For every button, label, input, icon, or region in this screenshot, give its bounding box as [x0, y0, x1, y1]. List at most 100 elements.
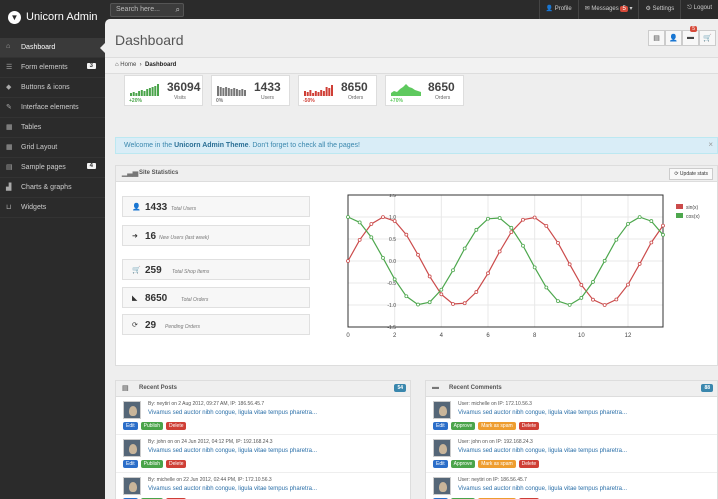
stat-box[interactable]: +70% 8650 Orders	[385, 75, 464, 106]
x-tick-label: 4	[440, 333, 444, 339]
legend-swatch	[676, 213, 683, 218]
stat-value: 36094	[167, 80, 201, 94]
item-meta: By: john on on 24 Jun 2012, 04:12 PM, IP…	[148, 439, 273, 445]
publish-button[interactable]: Publish	[140, 422, 164, 430]
tint-icon: ◆	[6, 84, 12, 91]
breadcrumb-home[interactable]: Home	[120, 62, 136, 68]
site-stat-label: Total Users	[171, 206, 197, 212]
stat-box[interactable]: -50% 8650 Orders	[298, 75, 377, 106]
data-point	[614, 297, 619, 302]
edit-button[interactable]: Edit	[123, 460, 138, 468]
welcome-alert: Welcome in the Unicorn Admin Theme. Don'…	[115, 137, 718, 154]
data-point	[427, 274, 432, 279]
avatar	[433, 439, 451, 457]
mark-as-spam-button[interactable]: Mark as spam	[478, 460, 516, 468]
stat-box[interactable]: +20% 36094 Visits	[124, 75, 203, 106]
item-meta: User: michelle on IP: 172.10.56.3	[458, 401, 532, 407]
search-input[interactable]: Search here... ⌕	[110, 3, 184, 17]
item-meta: User: neytiri on IP: 186.56.45.7	[458, 477, 527, 483]
sidebar-item-charts-graphs[interactable]: ▟ Charts & graphs	[0, 178, 105, 198]
messages-count-badge: 5	[620, 6, 628, 12]
stat-percent: -50%	[303, 98, 315, 104]
search-icon[interactable]: ⌕	[176, 5, 180, 15]
user-nav: 👤 Profile ✉ Messages 5 ▾ ⚙ Settings ⎋ Lo…	[538, 0, 718, 19]
data-point	[591, 280, 595, 284]
sidebar-item-label: Dashboard	[21, 44, 56, 51]
update-stats-button[interactable]: ⟳ Update stats	[669, 168, 713, 180]
sparkline-icon	[217, 86, 246, 96]
item-text-link[interactable]: Vivamus sed auctor nibh congue, ligula v…	[458, 448, 627, 454]
item-text-link[interactable]: Vivamus sed auctor nibh congue, ligula v…	[148, 410, 317, 416]
item-text-link[interactable]: Vivamus sed auctor nibh congue, ligula v…	[148, 448, 317, 454]
sidebar-item-dashboard[interactable]: ⌂ Dashboard	[0, 38, 105, 58]
profile-link[interactable]: 👤 Profile	[538, 0, 578, 19]
pencil-icon: ✎	[6, 104, 12, 111]
user-icon[interactable]: 👤	[665, 30, 682, 46]
stat-value: 8650	[341, 80, 368, 94]
list-item: User: neytiri on IP: 186.56.45.7 Vivamus …	[426, 473, 717, 499]
data-point	[521, 243, 525, 248]
x-tick-label: 2	[393, 333, 397, 339]
y-tick-label: -1.5	[387, 325, 396, 331]
breadcrumb-current: Dashboard	[144, 62, 177, 68]
file-icon[interactable]: ▤	[648, 30, 665, 46]
data-point	[626, 221, 630, 226]
sidebar-item-form-elements[interactable]: ☰ Form elements 3	[0, 58, 105, 78]
brand-logo[interactable]: ▼ Unicorn Admin	[0, 0, 105, 38]
x-tick-label: 6	[486, 333, 490, 339]
approve-button[interactable]: Approve	[450, 422, 476, 430]
recent-comments-widget: ▬ Recent Comments 88 User: michelle on IP:…	[425, 380, 718, 499]
data-point	[532, 215, 537, 220]
sidebar-item-label: Widgets	[21, 204, 47, 211]
site-stat-value: 29	[145, 320, 157, 331]
sidebar-item-grid-layout[interactable]: ▦ Grid Layout	[0, 138, 105, 158]
file-icon: ▤	[122, 385, 129, 392]
avatar	[433, 401, 451, 419]
sidebar-item-interface-elements[interactable]: ✎ Interface elements	[0, 98, 105, 118]
sidebar-item-widgets[interactable]: ⊔ Widgets	[0, 198, 105, 218]
comments-count-badge: 88	[701, 384, 713, 392]
list-item: User: michelle on IP: 172.10.56.3 Vivamus…	[426, 397, 717, 435]
settings-link[interactable]: ⚙ Settings	[638, 0, 680, 19]
stat-label: Users	[261, 95, 275, 101]
comment-icon[interactable]: ▬ 5	[682, 26, 699, 46]
list-item: By: neytiri on 2 Aug 2012, 09:27 AM, IP:…	[116, 397, 410, 435]
home-icon: ⌂	[115, 62, 119, 68]
edit-button[interactable]: Edit	[123, 422, 138, 430]
approve-button[interactable]: Approve	[450, 460, 476, 468]
site-stat-item: 👤 1433 Total Users	[122, 196, 310, 217]
list-item: By: michelle on 22 Jun 2012, 02:44 PM, I…	[116, 473, 410, 499]
sidebar-item-tables[interactable]: ▦ Tables	[0, 118, 105, 138]
sidebar-item-sample-pages[interactable]: ▤ Sample pages 4	[0, 158, 105, 178]
edit-button[interactable]: Edit	[433, 422, 448, 430]
publish-button[interactable]: Publish	[140, 460, 164, 468]
item-text-link[interactable]: Vivamus sed auctor nibh congue, ligula v…	[148, 486, 317, 492]
delete-button[interactable]: Delete	[518, 422, 540, 430]
delete-button[interactable]: Delete	[518, 460, 540, 468]
data-point	[462, 246, 467, 251]
shopping-cart-icon[interactable]: 🛒	[699, 30, 716, 46]
legend-label: cos(x)	[686, 214, 700, 220]
sidebar-count-badge: 4	[86, 163, 96, 169]
delete-button[interactable]: Delete	[166, 460, 187, 468]
list-item: User: john on on IP: 192.168.24.3 Vivamus…	[426, 435, 717, 473]
data-point	[637, 262, 642, 266]
data-point	[346, 259, 350, 263]
settings-label: Settings	[652, 6, 675, 12]
avatar	[123, 401, 141, 419]
item-text-link[interactable]: Vivamus sed auctor nibh congue, ligula v…	[458, 410, 627, 416]
delete-button[interactable]: Delete	[166, 422, 187, 430]
mark-as-spam-button[interactable]: Mark as spam	[478, 422, 516, 430]
data-point	[521, 217, 525, 222]
messages-link[interactable]: ✉ Messages 5 ▾	[577, 0, 639, 19]
refresh-icon: ⟳	[674, 171, 679, 177]
item-text-link[interactable]: Vivamus sed auctor nibh congue, ligula v…	[458, 486, 627, 492]
close-icon[interactable]: ×	[708, 140, 713, 149]
y-tick-label: 0.0	[389, 259, 396, 265]
sidebar-item-buttons-icons[interactable]: ◆ Buttons & icons	[0, 78, 105, 98]
sidebar: ⌂ Dashboard ☰ Form elements 3 ◆ Buttons & icon…	[0, 38, 105, 499]
data-point	[602, 258, 607, 263]
logout-link[interactable]: ⎋ Logout	[680, 0, 718, 19]
edit-button[interactable]: Edit	[433, 460, 448, 468]
stat-box[interactable]: 0% 1433 Users	[211, 75, 290, 106]
